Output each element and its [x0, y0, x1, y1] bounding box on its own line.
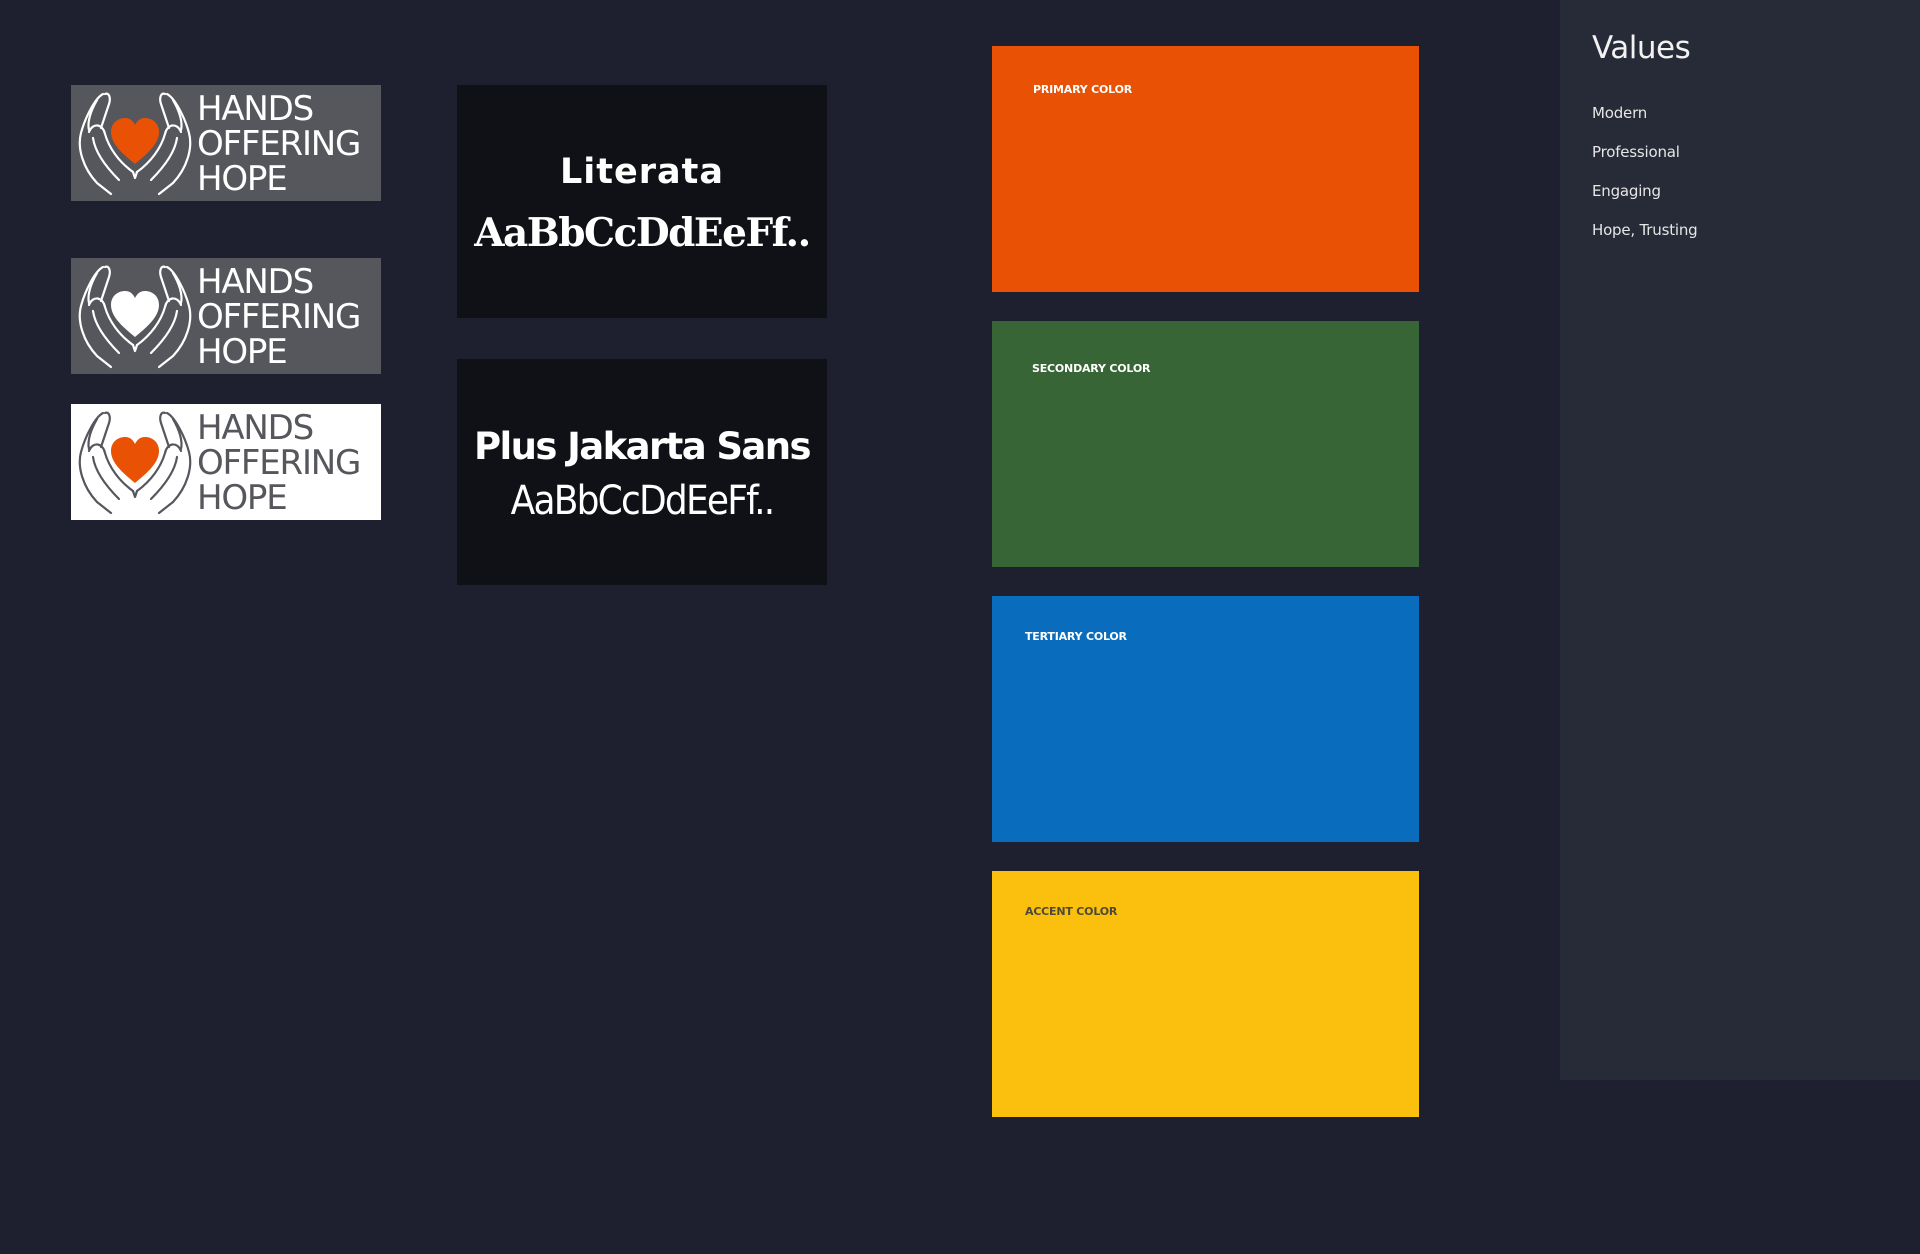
swatch-label: TERTIARY COLOR	[1025, 630, 1127, 643]
logo-dark-orange-heart: HANDS OFFERING HOPE	[71, 85, 381, 201]
swatch-label: ACCENT COLOR	[1025, 905, 1118, 918]
hands-heart-icon	[78, 92, 192, 196]
color-swatch-primary: PRIMARY COLOR	[992, 46, 1419, 292]
values-item: Professional	[1592, 143, 1680, 161]
logo-line-hope: HOPE	[197, 158, 288, 199]
font-name: Literata	[560, 151, 724, 192]
color-swatch-accent: ACCENT COLOR	[992, 871, 1419, 1117]
logo-line-hands: HANDS	[197, 407, 314, 448]
logo-line-offering: OFFERING	[197, 442, 361, 483]
typography-card-literata: Literata AaBbCcDdEeFf..	[457, 85, 827, 318]
logo-wordmark: HANDS OFFERING HOPE	[197, 88, 361, 199]
swatch-label: PRIMARY COLOR	[1033, 83, 1133, 96]
logo-line-hands: HANDS	[197, 261, 314, 302]
logo-line-offering: OFFERING	[197, 296, 361, 337]
values-item: Modern	[1592, 104, 1648, 122]
logo-dark-white-heart: HANDS OFFERING HOPE	[71, 258, 381, 374]
values-item: Engaging	[1592, 182, 1661, 200]
logo-wordmark: HANDS OFFERING HOPE	[197, 407, 361, 518]
values-item: Hope, Trusting	[1592, 221, 1698, 239]
font-name: Plus Jakarta Sans	[474, 424, 812, 468]
logo-line-hope: HOPE	[197, 331, 288, 372]
typography-card-plus-jakarta-sans: Plus Jakarta Sans AaBbCcDdEeFf..	[457, 359, 827, 585]
logo-light-orange-heart: HANDS OFFERING HOPE	[71, 404, 381, 520]
color-swatch-tertiary: TERTIARY COLOR	[992, 596, 1419, 842]
logo-line-offering: OFFERING	[197, 123, 361, 164]
swatch-label: SECONDARY COLOR	[1032, 362, 1151, 375]
values-list: Modern Professional Engaging Hope, Trust…	[1592, 102, 1698, 258]
values-title: Values	[1592, 30, 1691, 66]
font-sample: AaBbCcDdEeFf..	[474, 209, 811, 256]
values-panel: Values Modern Professional Engaging Hope…	[1560, 0, 1920, 1080]
font-sample: AaBbCcDdEeFf..	[510, 477, 775, 524]
hands-heart-icon	[78, 411, 192, 515]
logo-wordmark: HANDS OFFERING HOPE	[197, 261, 361, 372]
logo-line-hands: HANDS	[197, 88, 314, 129]
logo-line-hope: HOPE	[197, 477, 288, 518]
hands-heart-icon	[78, 265, 192, 369]
color-swatch-secondary: SECONDARY COLOR	[992, 321, 1419, 567]
